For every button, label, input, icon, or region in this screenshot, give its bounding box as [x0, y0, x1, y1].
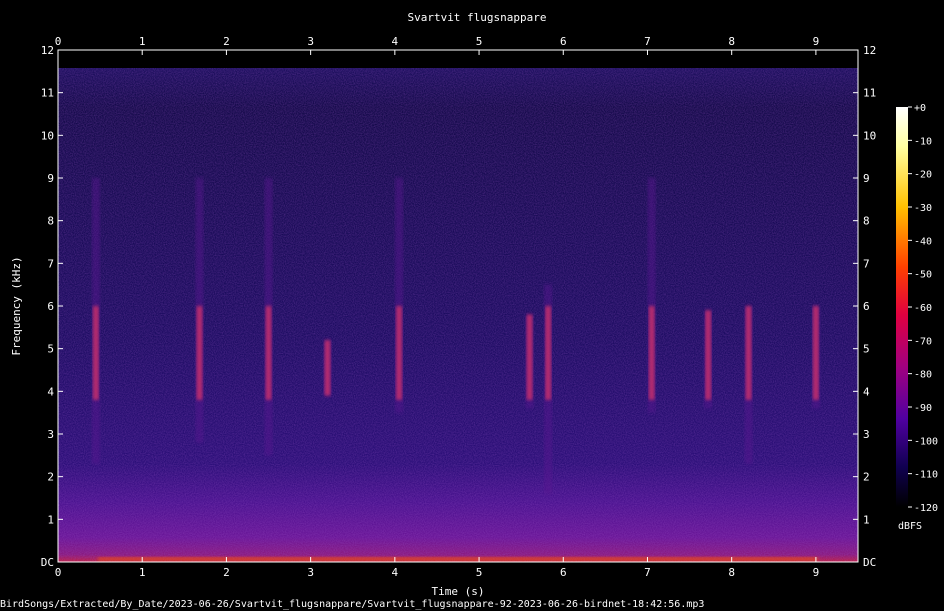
colorbar-tick-label: -120	[914, 503, 938, 514]
y-tick-label-left: 8	[47, 215, 54, 228]
y-tick-label-right: 7	[863, 257, 870, 270]
plot-area	[58, 50, 858, 562]
y-tick-label-right: 3	[863, 428, 870, 441]
colorbar-tick-label: -20	[914, 170, 932, 181]
file-path: BirdSongs/Extracted/By_Date/2023-06-26/S…	[0, 599, 704, 610]
y-tick-label-left: 1	[47, 513, 54, 526]
colorbar-tick-label: -80	[914, 370, 932, 381]
colorbar-tick-label: -40	[914, 236, 932, 247]
y-tick-label-right: 2	[863, 471, 870, 484]
y-tick-label-right: 1	[863, 513, 870, 526]
x-tick-label-top: 3	[307, 35, 314, 48]
x-tick-label-top: 0	[55, 35, 62, 48]
y-tick-label-left: 6	[47, 300, 54, 313]
call-core	[92, 306, 99, 400]
dc-energy	[98, 557, 818, 561]
call-core	[265, 306, 272, 400]
x-tick-label-top: 5	[476, 35, 483, 48]
x-tick-label-top: 2	[223, 35, 230, 48]
y-tick-label-left: 11	[41, 87, 54, 100]
y-tick-label-right: DC	[863, 556, 876, 569]
colorbar-tick-label: -60	[914, 303, 932, 314]
call-core	[812, 306, 819, 400]
colorbar-tick-label: +0	[914, 103, 926, 114]
x-tick-label-top: 7	[644, 35, 651, 48]
call-core	[526, 314, 533, 400]
x-tick-label-top: 4	[392, 35, 399, 48]
y-tick-label-right: 10	[863, 129, 876, 142]
colorbar-tick-label: -70	[914, 336, 932, 347]
y-tick-label-right: 8	[863, 215, 870, 228]
colorbar-tick-label: -10	[914, 136, 932, 147]
spectrogram-chart: Svartvit flugsnappare 001122334455667788…	[0, 11, 938, 610]
y-tick-label-right: 9	[863, 172, 870, 185]
y-tick-label-right: 5	[863, 343, 870, 356]
call-core	[396, 306, 403, 400]
colorbar-tick-label: -100	[914, 436, 938, 447]
y-tick-label-left: 10	[41, 129, 54, 142]
x-tick-label-bottom: 5	[476, 566, 483, 579]
call-core	[324, 340, 331, 396]
colorbar-ticks: +0 -10 -20 -30 -40 -50 -60 -70 -80 -90 -100 -110 -12…	[908, 103, 938, 514]
x-tick-label-bottom: 8	[728, 566, 735, 579]
x-tick-label-bottom: 4	[392, 566, 399, 579]
colorbar-label: dBFS	[898, 521, 922, 532]
y-tick-label-left: DC	[41, 556, 54, 569]
x-tick-label-bottom: 0	[55, 566, 62, 579]
x-tick-label-top: 6	[560, 35, 567, 48]
y-tick-label-left: 9	[47, 172, 54, 185]
y-tick-label-left: 3	[47, 428, 54, 441]
y-tick-label-left: 2	[47, 471, 54, 484]
x-tick-label-top: 9	[813, 35, 820, 48]
x-tick-label-bottom: 7	[644, 566, 651, 579]
y-tick-label-left: 5	[47, 343, 54, 356]
y-axis-label: Frequency (kHz)	[10, 256, 23, 355]
y-tick-label-right: 6	[863, 300, 870, 313]
call-core	[196, 306, 203, 400]
x-tick-label-bottom: 2	[223, 566, 230, 579]
colorbar-tick-label: -30	[914, 203, 932, 214]
x-tick-label-top: 8	[728, 35, 735, 48]
call-core	[648, 306, 655, 400]
x-axis-label: Time (s)	[432, 585, 485, 598]
x-tick-label-bottom: 6	[560, 566, 567, 579]
x-tick-label-bottom: 1	[139, 566, 146, 579]
colorbar-tick-label: -90	[914, 403, 932, 414]
colorbar: +0 -10 -20 -30 -40 -50 -60 -70 -80 -90 -100 -110 -12…	[896, 103, 938, 532]
colorbar-gradient	[896, 107, 908, 507]
y-tick-label-left: 4	[47, 385, 54, 398]
call-core	[545, 306, 552, 400]
y-tick-label-right: 12	[863, 44, 876, 57]
colorbar-tick-label: -50	[914, 270, 932, 281]
x-tick-label-bottom: 9	[813, 566, 820, 579]
y-tick-label-left: 7	[47, 257, 54, 270]
call-core	[745, 306, 752, 400]
x-tick-label-top: 1	[139, 35, 146, 48]
x-tick-label-bottom: 3	[307, 566, 314, 579]
colorbar-tick-label: -110	[914, 470, 938, 481]
chart-title: Svartvit flugsnappare	[407, 11, 546, 24]
y-tick-label-right: 4	[863, 385, 870, 398]
call-core	[705, 310, 712, 400]
y-tick-label-right: 11	[863, 87, 876, 100]
y-tick-label-left: 12	[41, 44, 54, 57]
